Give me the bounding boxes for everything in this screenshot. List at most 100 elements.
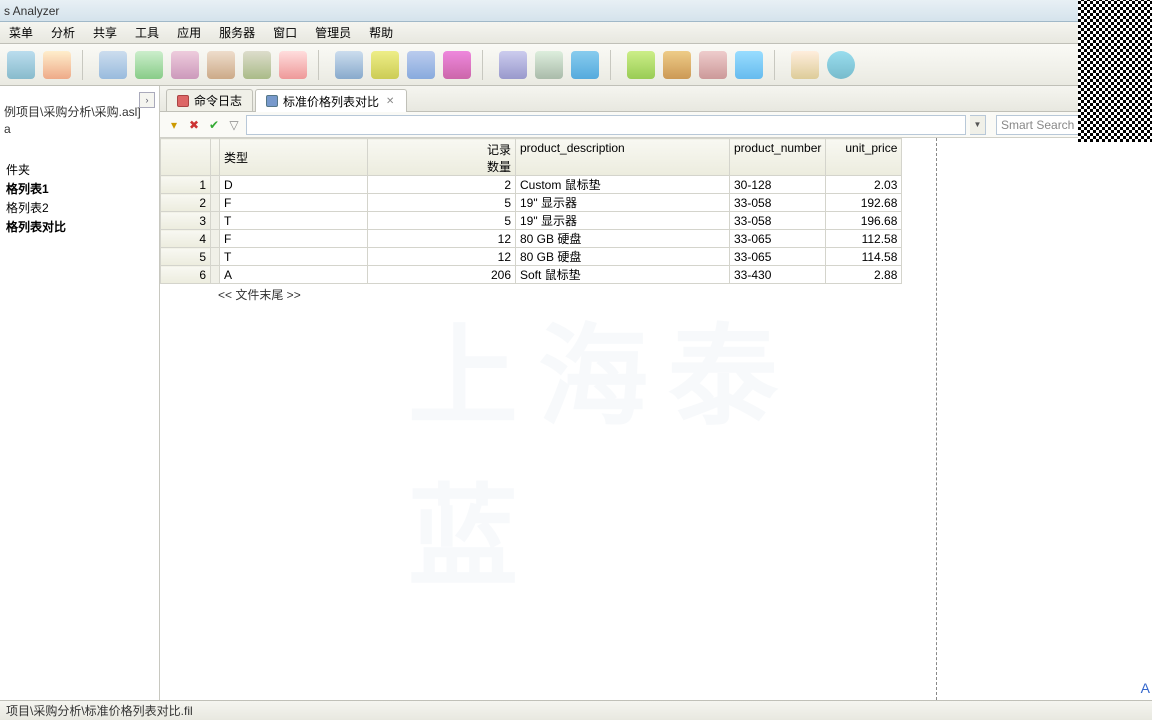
cell-desc: 19" 显示器 bbox=[516, 212, 730, 230]
tool-sum-icon[interactable] bbox=[404, 48, 438, 82]
cell-desc: 80 GB 硬盘 bbox=[516, 230, 730, 248]
sidebar-collapse-icon[interactable]: › bbox=[139, 92, 155, 108]
menu-2[interactable]: 共享 bbox=[84, 24, 126, 41]
cell-records: 12 bbox=[368, 248, 516, 266]
data-grid: 上海泰蓝 类型 记录 数量 product_description produc… bbox=[160, 138, 1152, 700]
tool-db1-icon[interactable] bbox=[96, 48, 130, 82]
watermark: 上海泰蓝 bbox=[408, 287, 904, 607]
cell-records: 2 bbox=[368, 176, 516, 194]
cell-desc: 19" 显示器 bbox=[516, 194, 730, 212]
cell-records: 5 bbox=[368, 212, 516, 230]
table-row[interactable]: 3T519" 显示器33-058196.68 bbox=[161, 212, 902, 230]
tool-bars3-icon[interactable] bbox=[696, 48, 730, 82]
filter-bar: ▾ ✖ ✔ ▽ ▼ Smart Search bbox=[160, 112, 1152, 138]
tree-item-3[interactable]: 格列表对比 bbox=[4, 217, 159, 236]
col-marker[interactable] bbox=[211, 139, 220, 176]
end-of-file: << 文件末尾 >> bbox=[160, 284, 1152, 303]
row-marker bbox=[211, 230, 220, 248]
project-path: 例项目\采购分析\采购.asl] bbox=[0, 86, 159, 122]
menu-8[interactable]: 帮助 bbox=[360, 24, 402, 41]
row-number: 2 bbox=[161, 194, 211, 212]
cell-desc: 80 GB 硬盘 bbox=[516, 248, 730, 266]
tab-bar: 命令日志 标准价格列表对比 ✕ bbox=[160, 86, 1152, 112]
tab-1[interactable]: 标准价格列表对比 ✕ bbox=[255, 89, 407, 112]
row-number: 5 bbox=[161, 248, 211, 266]
tab-close-icon[interactable]: ✕ bbox=[384, 96, 396, 107]
row-number: 3 bbox=[161, 212, 211, 230]
filter-dropdown-icon[interactable]: ▼ bbox=[970, 115, 986, 135]
filter-clear-icon[interactable]: ✖ bbox=[186, 117, 202, 133]
cell-price: 2.88 bbox=[826, 266, 902, 284]
tree-folder[interactable]: 件夹 bbox=[4, 160, 159, 179]
sidebar: › 例项目\采购分析\采购.asl] a 件夹 格列表1 格列表2 格列表对比 bbox=[0, 86, 160, 700]
menu-5[interactable]: 服务器 bbox=[210, 24, 264, 41]
filter-funnel-icon[interactable]: ▽ bbox=[226, 117, 242, 133]
cell-num: 33-058 bbox=[730, 212, 826, 230]
tool-open-icon[interactable] bbox=[4, 48, 38, 82]
cell-desc: Custom 鼠标垫 bbox=[516, 176, 730, 194]
table-row[interactable]: 5T1280 GB 硬盘33-065114.58 bbox=[161, 248, 902, 266]
cell-type: F bbox=[220, 194, 368, 212]
status-text: 项目\采购分析\标准价格列表对比.fil bbox=[6, 702, 193, 719]
col-rownum[interactable] bbox=[161, 139, 211, 176]
tool-notes-icon[interactable] bbox=[40, 48, 74, 82]
cell-price: 196.68 bbox=[826, 212, 902, 230]
qr-code bbox=[1078, 0, 1152, 142]
tool-sort-icon[interactable] bbox=[496, 48, 530, 82]
cell-price: 2.03 bbox=[826, 176, 902, 194]
col-desc[interactable]: product_description bbox=[516, 139, 730, 176]
cell-num: 33-058 bbox=[730, 194, 826, 212]
table-row[interactable]: 6A206Soft 鼠标垫33-4302.88 bbox=[161, 266, 902, 284]
tool-bars2-icon[interactable] bbox=[660, 48, 694, 82]
menu-6[interactable]: 窗口 bbox=[264, 24, 306, 41]
filter-accept-icon[interactable]: ✔ bbox=[206, 117, 222, 133]
tool-db2-icon[interactable] bbox=[132, 48, 166, 82]
filter-apply-icon[interactable]: ▾ bbox=[166, 117, 182, 133]
tab-icon bbox=[177, 95, 189, 107]
cell-desc: Soft 鼠标垫 bbox=[516, 266, 730, 284]
col-price[interactable]: unit_price bbox=[826, 139, 902, 176]
tool-db4-icon[interactable] bbox=[204, 48, 238, 82]
cell-type: T bbox=[220, 248, 368, 266]
row-number: 4 bbox=[161, 230, 211, 248]
menu-bar: 菜单分析共享工具应用服务器窗口管理员帮助 bbox=[0, 22, 1152, 44]
menu-4[interactable]: 应用 bbox=[168, 24, 210, 41]
menu-7[interactable]: 管理员 bbox=[306, 24, 360, 41]
col-records[interactable]: 记录 数量 bbox=[368, 139, 516, 176]
tool-comment-icon[interactable] bbox=[788, 48, 822, 82]
menu-3[interactable]: 工具 bbox=[126, 24, 168, 41]
table-row[interactable]: 1D2Custom 鼠标垫30-1282.03 bbox=[161, 176, 902, 194]
table-row[interactable]: 2F519" 显示器33-058192.68 bbox=[161, 194, 902, 212]
filter-input[interactable] bbox=[246, 115, 966, 135]
col-num[interactable]: product_number bbox=[730, 139, 826, 176]
col-type[interactable]: 类型 bbox=[220, 139, 368, 176]
row-number: 6 bbox=[161, 266, 211, 284]
cell-num: 33-065 bbox=[730, 248, 826, 266]
status-bar: 项目\采购分析\标准价格列表对比.fil bbox=[0, 700, 1152, 720]
row-marker bbox=[211, 212, 220, 230]
toolbar bbox=[0, 44, 1152, 86]
menu-0[interactable]: 菜单 bbox=[0, 24, 42, 41]
cell-type: D bbox=[220, 176, 368, 194]
tool-number1-icon[interactable] bbox=[532, 48, 566, 82]
row-marker bbox=[211, 176, 220, 194]
table-row[interactable]: 4F1280 GB 硬盘33-065112.58 bbox=[161, 230, 902, 248]
tool-bars1-icon[interactable] bbox=[624, 48, 658, 82]
tool-tally-icon[interactable] bbox=[368, 48, 402, 82]
cell-records: 206 bbox=[368, 266, 516, 284]
tree-item-1[interactable]: 格列表1 bbox=[4, 179, 159, 198]
tab-0[interactable]: 命令日志 bbox=[166, 89, 253, 111]
tool-number2-icon[interactable] bbox=[568, 48, 602, 82]
cell-records: 5 bbox=[368, 194, 516, 212]
tool-db6-icon[interactable] bbox=[276, 48, 310, 82]
tree-item-2[interactable]: 格列表2 bbox=[4, 198, 159, 217]
tool-help-icon[interactable] bbox=[824, 48, 858, 82]
tool-check-icon[interactable] bbox=[332, 48, 366, 82]
tool-db5-icon[interactable] bbox=[240, 48, 274, 82]
title-bar: s Analyzer bbox=[0, 0, 1152, 22]
tool-bars4-icon[interactable] bbox=[732, 48, 766, 82]
menu-1[interactable]: 分析 bbox=[42, 24, 84, 41]
tab-label: 标准价格列表对比 bbox=[283, 93, 379, 110]
tool-db3-icon[interactable] bbox=[168, 48, 202, 82]
tool-chart-icon[interactable] bbox=[440, 48, 474, 82]
